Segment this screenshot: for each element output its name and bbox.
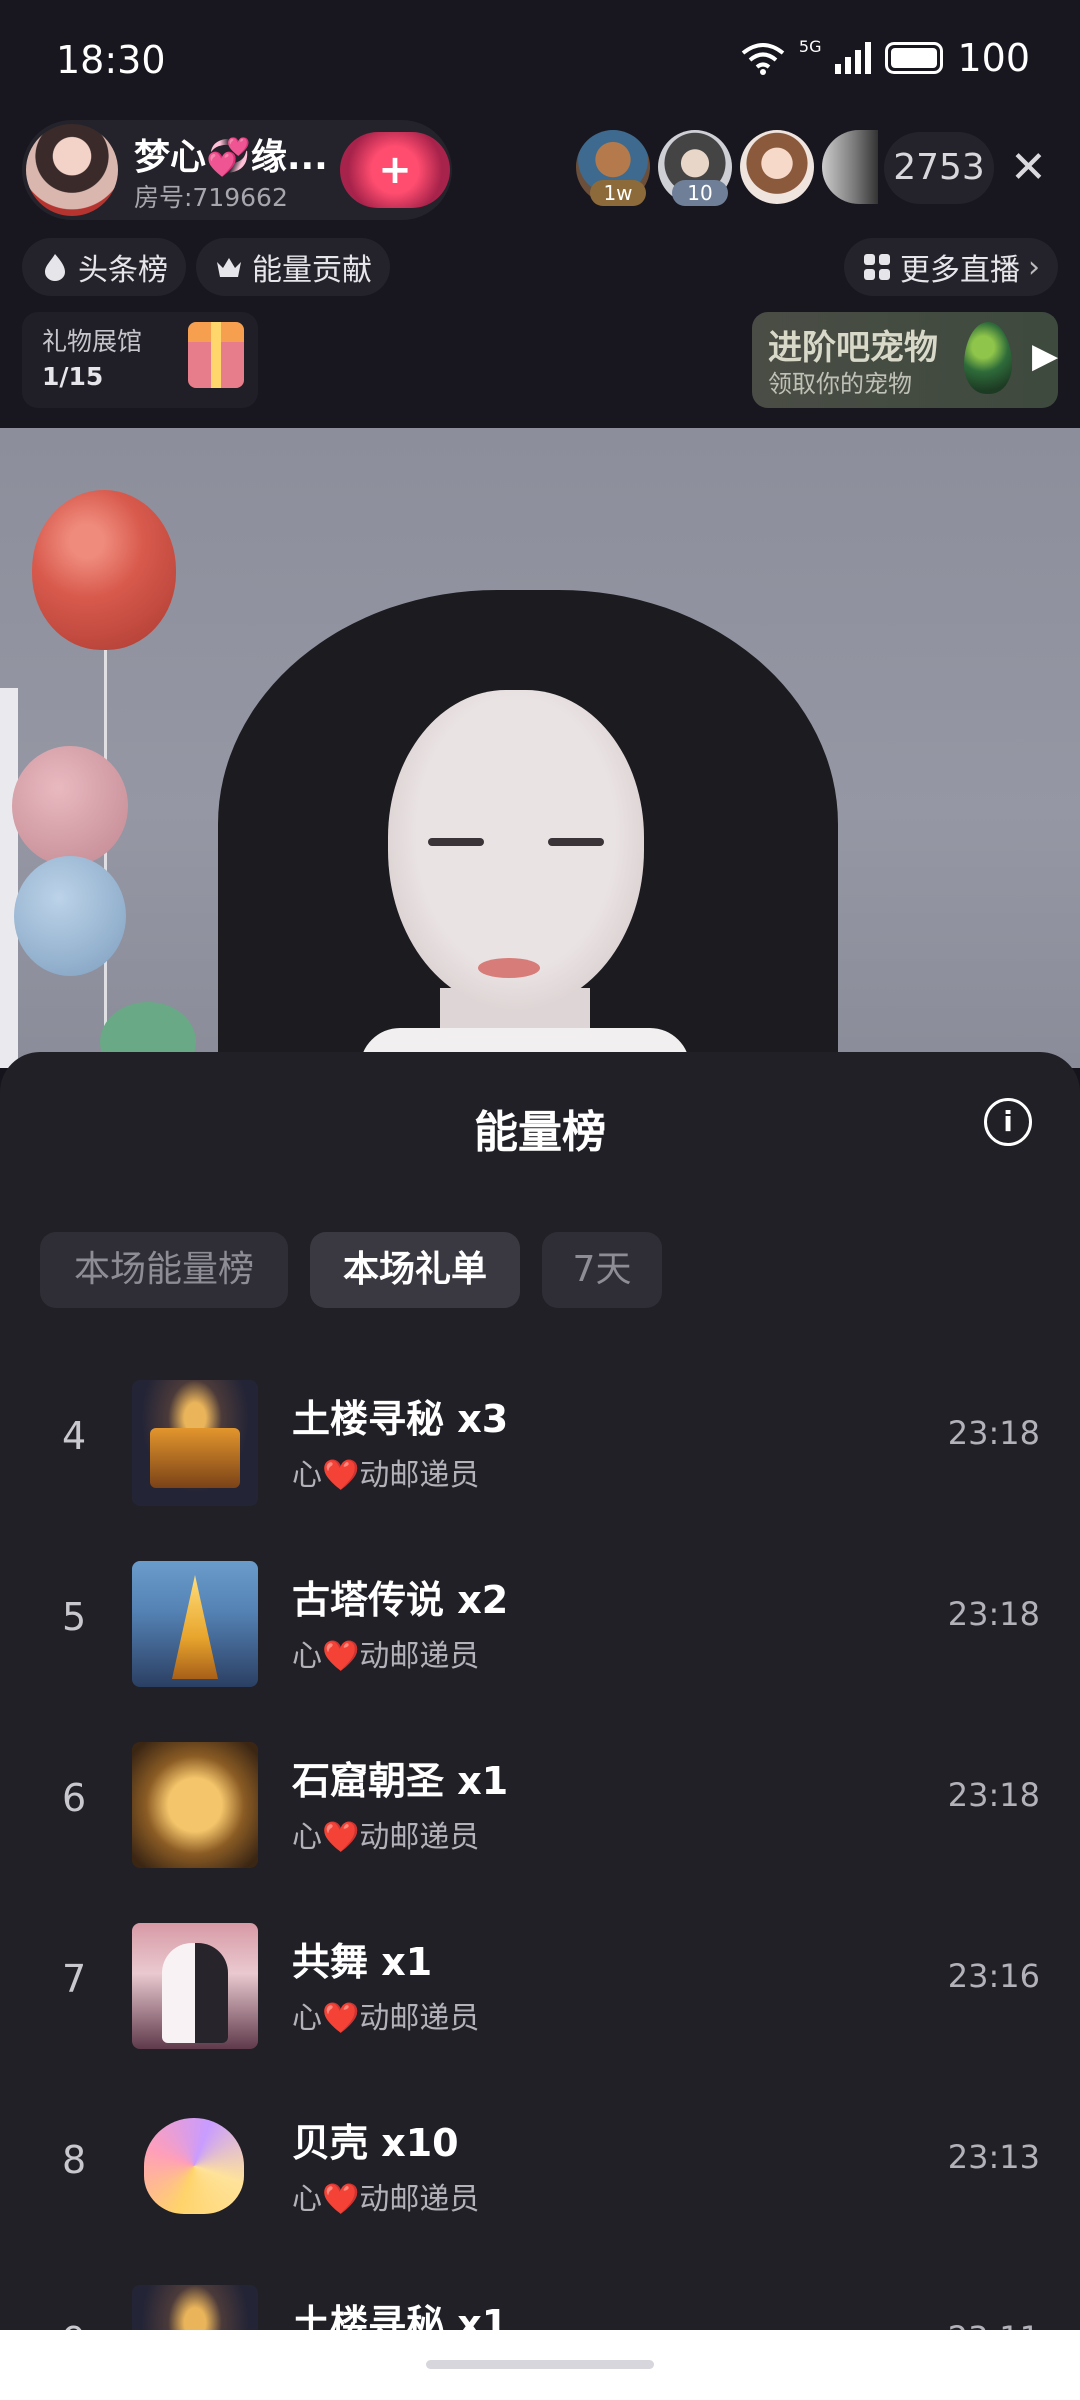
status-icons: 5G 100 xyxy=(741,36,1030,80)
crown-icon xyxy=(217,258,241,277)
gift-thumbnail xyxy=(132,1742,258,1868)
list-item[interactable]: 5 古塔传说 x2 心❤️动邮递员 23:18 xyxy=(0,1527,1080,1707)
gift-time: 23:18 xyxy=(947,1776,1040,1814)
home-indicator[interactable] xyxy=(426,2360,654,2369)
gift-name: 古塔传说 x2 xyxy=(292,1578,509,1622)
battery-icon xyxy=(885,42,944,74)
balloon-string xyxy=(104,650,107,1068)
pet-banner-title: 进阶吧宠物 xyxy=(768,328,938,368)
balloon xyxy=(14,856,126,976)
gift-hall-title: 礼物展馆 xyxy=(42,327,143,356)
sender-name: 心❤️动邮递员 xyxy=(292,1458,480,1493)
rank-number: 6 xyxy=(62,1776,87,1820)
status-time: 18:30 xyxy=(56,38,166,82)
streamer-eye xyxy=(548,838,604,846)
sheet-title: 能量榜 xyxy=(474,1107,606,1158)
energy-contrib-chip[interactable]: 能量贡献 xyxy=(196,238,390,296)
gift-name: 土楼寻秘 x3 xyxy=(292,1397,509,1441)
gift-box-icon xyxy=(188,322,244,388)
wall-edge xyxy=(0,688,18,1068)
tab-7-days[interactable]: 7天 xyxy=(542,1232,662,1308)
gift-name: 贝壳 x10 xyxy=(292,2121,459,2165)
sender-name: 心❤️动邮递员 xyxy=(292,2182,480,2217)
gift-time: 23:13 xyxy=(947,2138,1040,2176)
gift-name: 共舞 x1 xyxy=(292,1940,433,1984)
info-icon[interactable]: i xyxy=(984,1098,1032,1146)
balloon xyxy=(32,490,176,650)
gift-thumbnail xyxy=(132,1561,258,1687)
host-avatar[interactable] xyxy=(26,124,118,216)
room-id: 房号:719662 xyxy=(134,183,288,212)
viewer-avatar[interactable] xyxy=(822,130,878,204)
list-item[interactable]: 7 共舞 x1 心❤️动邮递员 23:16 xyxy=(0,1889,1080,2069)
close-icon[interactable]: ✕ xyxy=(1010,142,1047,193)
energy-rank-sheet: 能量榜 i 本场能量榜 本场礼单 7天 4 土楼寻秘 x3 心❤️动邮递员 23… xyxy=(0,1052,1080,2400)
viewer-avatar[interactable] xyxy=(740,130,814,204)
tab-session-energy[interactable]: 本场能量榜 xyxy=(40,1232,288,1308)
tab-session-gifts[interactable]: 本场礼单 xyxy=(310,1232,520,1308)
network-type: 5G xyxy=(798,36,822,56)
list-item[interactable]: 8 贝壳 x10 心❤️动邮递员 23:13 xyxy=(0,2070,1080,2250)
sender-name: 心❤️动邮递员 xyxy=(292,1820,480,1855)
battery-level: 100 xyxy=(957,36,1030,80)
live-video[interactable] xyxy=(0,428,1080,1068)
host-name[interactable]: 梦心💞缘... xyxy=(134,128,328,180)
live-header: 18:30 5G 100 梦心💞缘... 房号:719662 + 1w 10 2… xyxy=(0,0,1080,428)
rank-number: 5 xyxy=(62,1595,87,1639)
streamer-eye xyxy=(428,838,484,846)
signal-icon xyxy=(835,42,872,74)
chip-label: 能量贡献 xyxy=(252,253,372,288)
viewer-count[interactable]: 2753 xyxy=(884,132,994,204)
gift-hall-count: 1/15 xyxy=(42,362,104,391)
rank-number: 4 xyxy=(62,1414,87,1458)
balloon xyxy=(12,746,128,866)
gift-time: 23:16 xyxy=(947,1957,1040,1995)
gift-name: 石窟朝圣 x1 xyxy=(292,1759,509,1803)
sender-name: 心❤️动邮递员 xyxy=(292,2001,480,2036)
chip-label: 更多直播 xyxy=(900,253,1020,288)
gift-time: 23:18 xyxy=(947,1595,1040,1633)
list-item[interactable]: 4 土楼寻秘 x3 心❤️动邮递员 23:18 xyxy=(0,1346,1080,1526)
sender-name: 心❤️动邮递员 xyxy=(292,1639,480,1674)
rank-number: 7 xyxy=(62,1957,87,2001)
grid-icon xyxy=(864,254,890,280)
follow-button[interactable]: + xyxy=(340,132,450,208)
chip-label: 头条榜 xyxy=(78,253,168,288)
gift-time: 23:18 xyxy=(947,1414,1040,1452)
gift-thumbnail xyxy=(132,1923,258,2049)
gift-thumbnail xyxy=(132,1380,258,1506)
streamer-lips xyxy=(478,958,540,978)
more-live-chip[interactable]: 更多直播 › xyxy=(844,238,1058,296)
wifi-icon xyxy=(741,43,785,75)
headline-rank-chip[interactable]: 头条榜 xyxy=(22,238,186,296)
flame-icon xyxy=(45,254,65,281)
play-arrow-icon: ▶ xyxy=(1032,336,1059,376)
gift-thumbnail xyxy=(132,2104,258,2230)
plus-icon: + xyxy=(378,147,412,193)
list-item[interactable]: 6 石窟朝圣 x1 心❤️动邮递员 23:18 xyxy=(0,1708,1080,1888)
viewer-badge: 10 xyxy=(672,180,728,206)
pet-banner-subtitle: 领取你的宠物 xyxy=(768,370,912,398)
chevron-right-icon: › xyxy=(1028,249,1040,285)
rank-number: 8 xyxy=(62,2138,87,2182)
viewer-badge: 1w xyxy=(590,180,646,206)
